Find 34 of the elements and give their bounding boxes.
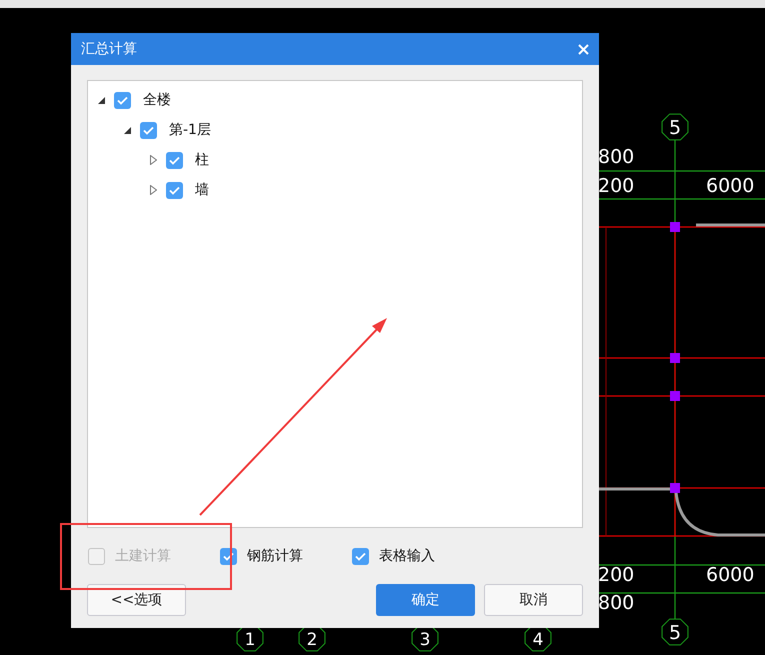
axis-bubble: 5 bbox=[662, 114, 688, 140]
axis-bubble: 5 bbox=[662, 618, 688, 646]
check-icon bbox=[143, 126, 154, 134]
check-icon bbox=[169, 186, 180, 194]
dimension-label: 800 bbox=[598, 146, 634, 168]
dialog-button[interactable]: <<选项 bbox=[87, 584, 186, 616]
expand-triangle-icon[interactable] bbox=[150, 185, 157, 195]
dimension-label: 200 bbox=[598, 175, 634, 197]
check-icon bbox=[355, 552, 366, 560]
dimension-label: 6000 bbox=[706, 564, 754, 586]
collapse-triangle-icon[interactable] bbox=[98, 96, 105, 104]
option-label[interactable]: 钢筋计算 bbox=[247, 546, 303, 566]
checkbox[interactable] bbox=[114, 92, 131, 108]
dialog-button[interactable]: 确定 bbox=[376, 584, 475, 616]
dimension-label: 200 bbox=[598, 564, 634, 586]
tree-item-label[interactable]: 全楼 bbox=[143, 90, 171, 110]
check-icon bbox=[117, 96, 128, 104]
check-icon bbox=[223, 552, 234, 560]
close-icon[interactable] bbox=[578, 44, 589, 54]
dimension-label: 6000 bbox=[706, 175, 754, 197]
tree-item-label[interactable]: 柱 bbox=[195, 150, 209, 170]
expand-triangle-icon[interactable] bbox=[150, 155, 157, 165]
option-label[interactable]: 表格输入 bbox=[379, 546, 435, 566]
check-icon bbox=[169, 156, 180, 164]
collapse-triangle-icon[interactable] bbox=[124, 126, 131, 134]
tree-item-label[interactable]: 第-1层 bbox=[169, 120, 211, 140]
dialog-button[interactable]: 取消 bbox=[484, 584, 583, 616]
window-title: 汇总计算 bbox=[81, 40, 137, 58]
checkbox[interactable] bbox=[140, 122, 157, 138]
dimension-label: 800 bbox=[598, 592, 634, 614]
tree-item-label[interactable]: 墙 bbox=[195, 180, 209, 200]
checkbox[interactable] bbox=[166, 152, 183, 168]
checkbox[interactable] bbox=[166, 182, 183, 198]
checkbox[interactable] bbox=[352, 548, 369, 564]
